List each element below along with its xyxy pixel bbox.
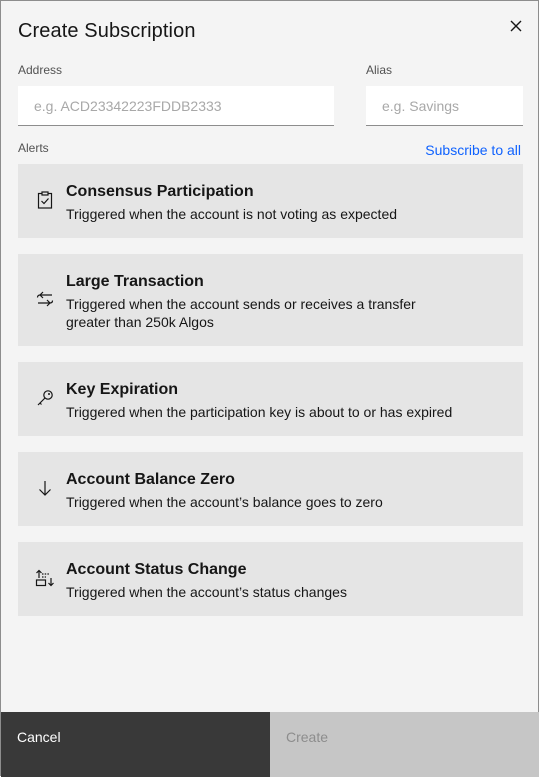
create-subscription-modal: Create Subscription Address Alias Alerts…	[0, 0, 539, 777]
alias-input[interactable]	[366, 86, 523, 126]
alert-title: Consensus Participation	[66, 183, 254, 200]
address-input[interactable]	[18, 86, 334, 126]
alert-description: Triggered when the account’s status chan…	[66, 584, 347, 600]
alert-title: Account Status Change	[66, 561, 247, 578]
address-label: Address	[18, 63, 63, 77]
close-button[interactable]	[501, 11, 531, 41]
key-icon	[35, 388, 55, 408]
alert-card-account-status-change[interactable]: Account Status Change Triggered when the…	[18, 542, 523, 616]
alert-description: Triggered when the participation key is …	[66, 404, 453, 420]
modal-title: Create Subscription	[18, 20, 196, 42]
create-button[interactable]: Create	[270, 712, 539, 777]
alert-title: Key Expiration	[66, 381, 179, 398]
alert-title: Account Balance Zero	[66, 471, 235, 488]
alert-description: Triggered when the account’s balance goe…	[66, 494, 383, 510]
alias-label: Alias	[366, 63, 393, 77]
clipboard-check-icon	[35, 190, 55, 210]
close-icon	[510, 20, 522, 32]
arrow-down-icon	[35, 478, 55, 498]
status-change-icon	[35, 568, 55, 588]
alert-description: Triggered when the account is not voting…	[66, 206, 398, 222]
alert-card-large-transaction[interactable]: Large Transaction Triggered when the acc…	[18, 254, 523, 346]
subscribe-to-all-link[interactable]: Subscribe to all	[425, 142, 521, 158]
alert-description: Triggered when the account sends or rece…	[66, 296, 416, 330]
alert-card-consensus-participation[interactable]: Consensus Participation Triggered when t…	[18, 164, 523, 238]
alert-card-key-expiration[interactable]: Key Expiration Triggered when the partic…	[18, 362, 523, 436]
modal-footer: Cancel Create	[1, 712, 539, 777]
alerts-label: Alerts	[18, 141, 49, 155]
alert-card-account-balance-zero[interactable]: Account Balance Zero Triggered when the …	[18, 452, 523, 526]
arrows-swap-icon	[35, 289, 55, 309]
alert-title: Large Transaction	[66, 273, 204, 290]
cancel-button[interactable]: Cancel	[1, 712, 270, 777]
